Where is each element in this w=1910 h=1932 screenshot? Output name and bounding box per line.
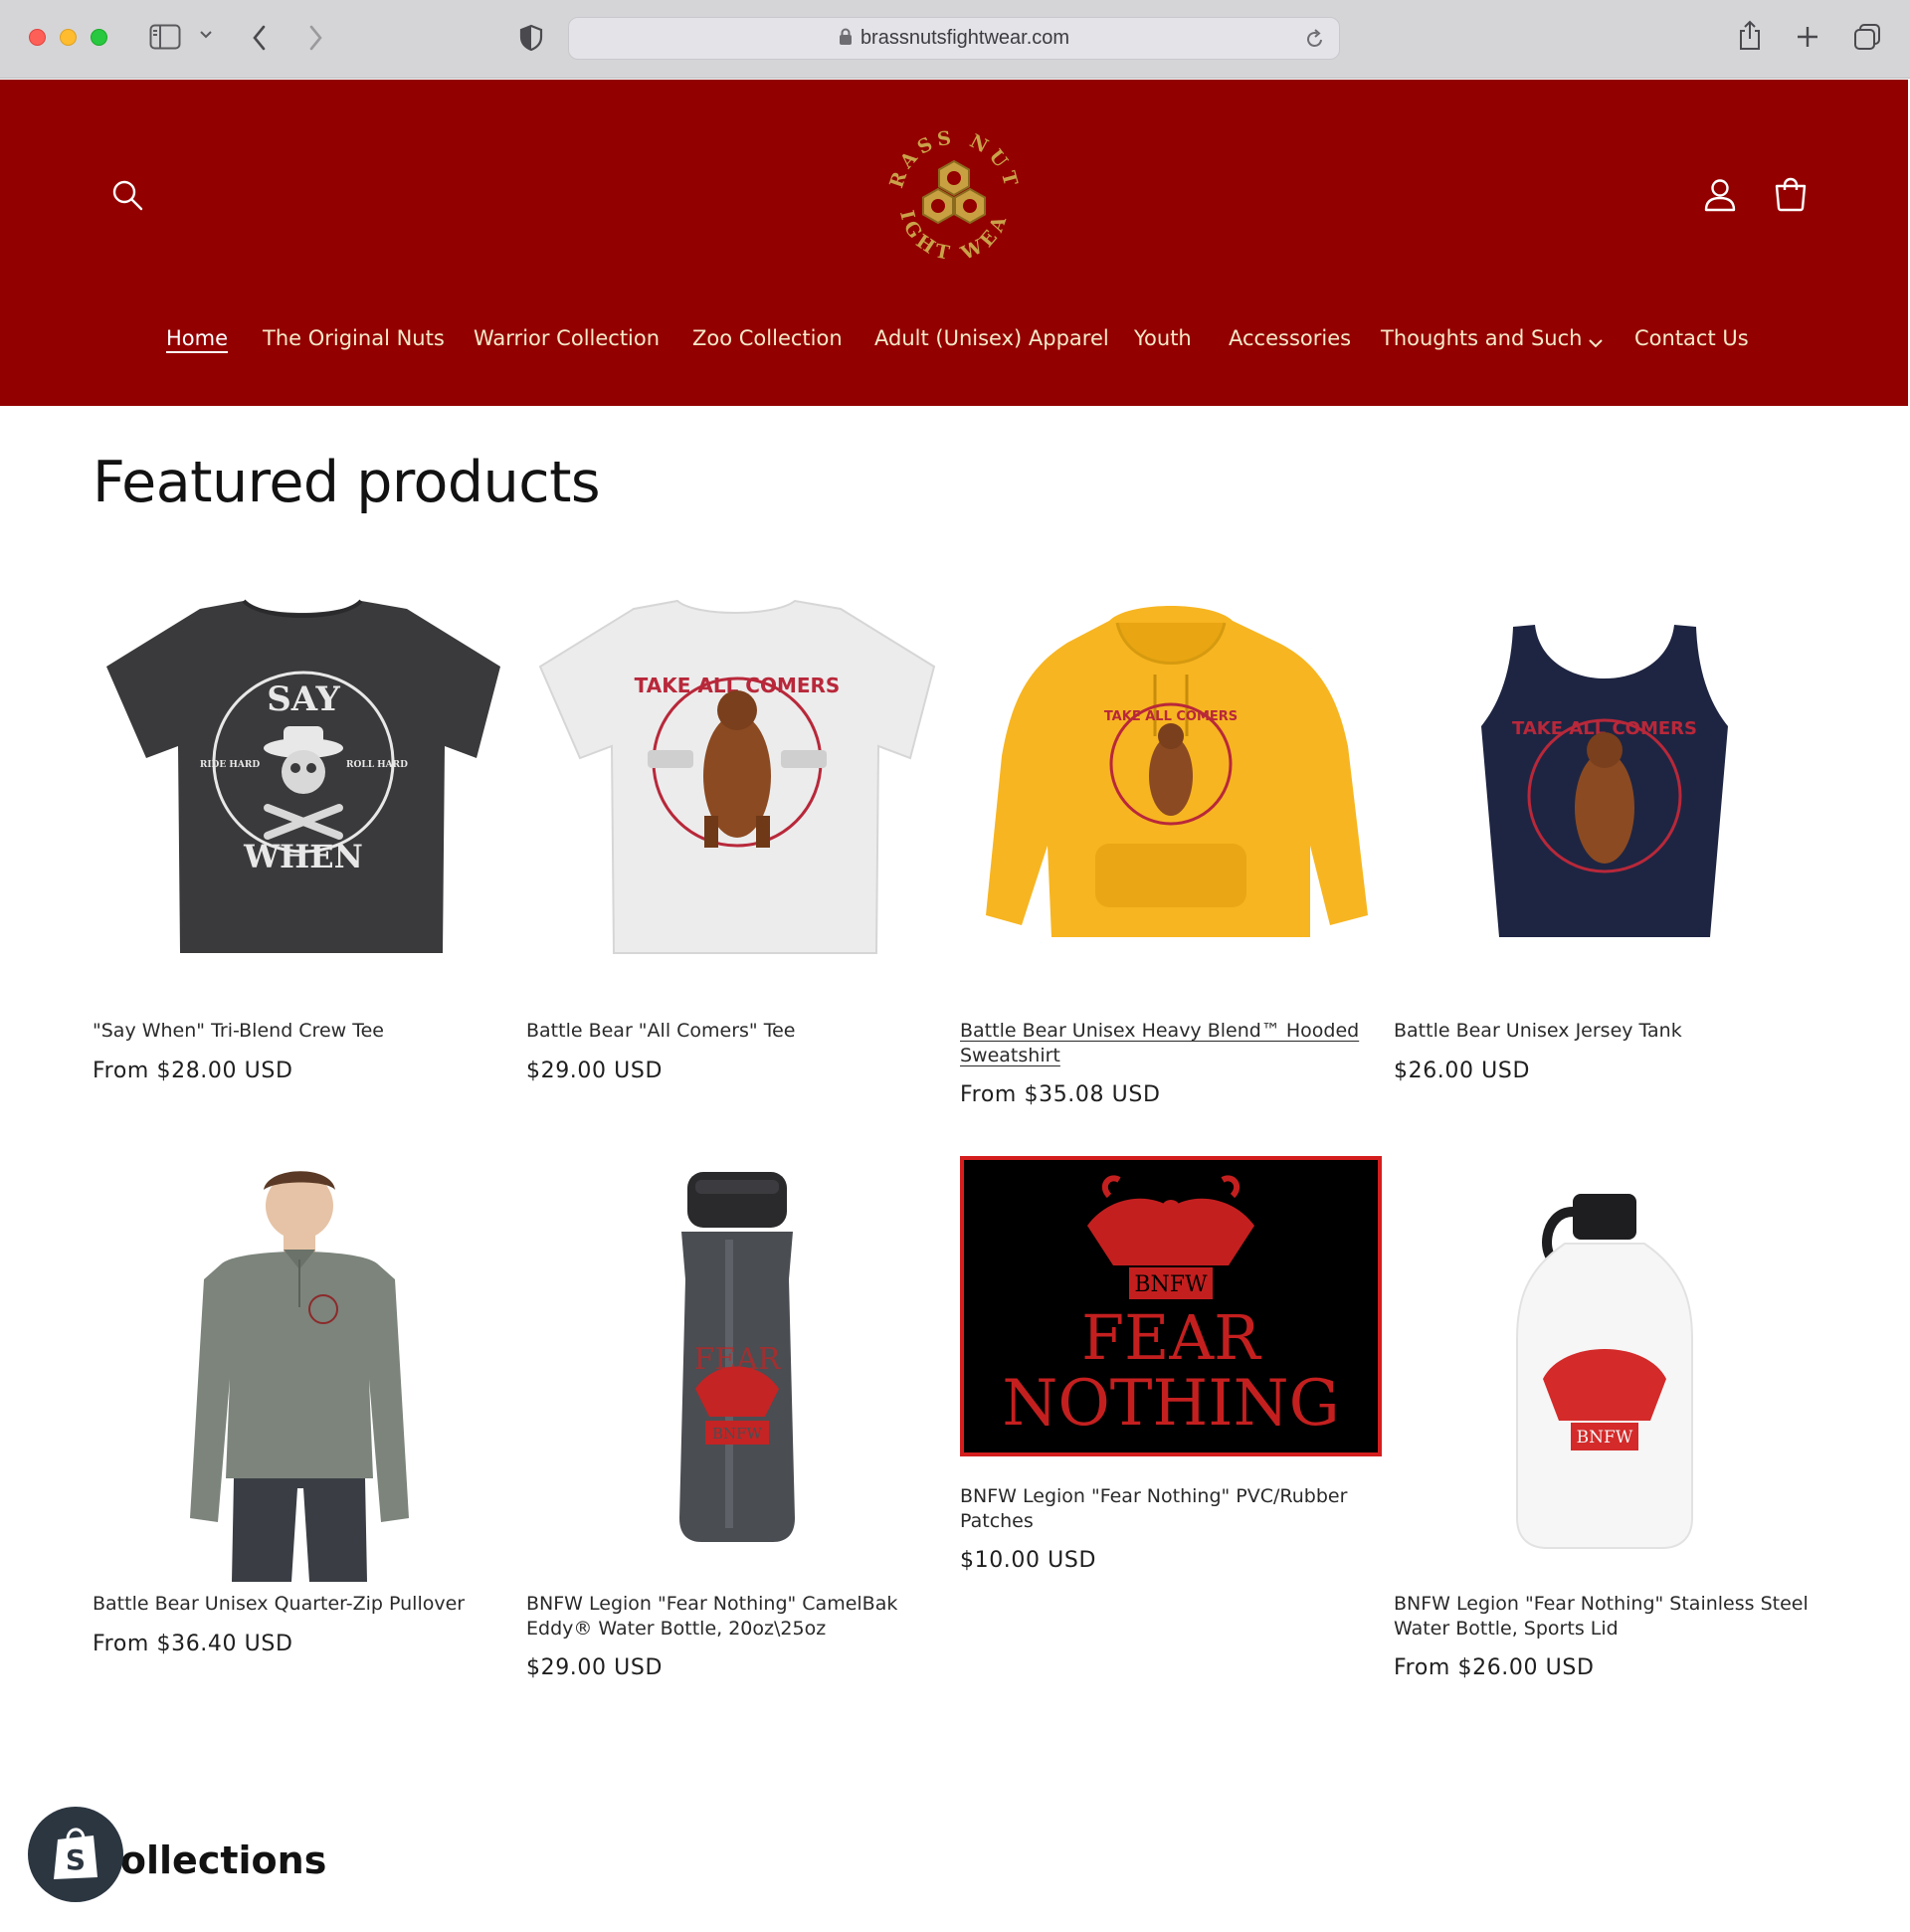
lock-icon <box>839 28 853 50</box>
close-window-button[interactable] <box>29 29 46 46</box>
patch-fear-text: FEAR <box>1081 1301 1262 1374</box>
main-navigation: Home The Original Nuts Warrior Collectio… <box>0 326 1910 366</box>
graphic-when-text: WHEN <box>243 838 363 875</box>
url-text: brassnutsfightwear.com <box>860 27 1070 49</box>
reload-icon[interactable] <box>1305 28 1325 54</box>
brand-logo[interactable]: BRASS NUTS FIGHT WEAR <box>863 99 1034 286</box>
graphic-bnfw-text: BNFW <box>1577 1428 1633 1448</box>
back-arrow-icon[interactable] <box>251 24 269 52</box>
nav-home[interactable]: Home <box>166 326 228 350</box>
forward-arrow-icon[interactable] <box>306 24 324 52</box>
product-title[interactable]: Battle Bear "All Comers" Tee <box>526 1019 948 1044</box>
nav-warrior-collection[interactable]: Warrior Collection <box>474 326 660 350</box>
patch-bnfw-text: BNFW <box>1134 1272 1208 1297</box>
product-title[interactable]: BNFW Legion "Fear Nothing" PVC/Rubber Pa… <box>960 1484 1382 1534</box>
graphic-bnfw-text: BNFW <box>712 1425 763 1443</box>
search-icon[interactable] <box>109 177 145 217</box>
sidebar-toggle-icon[interactable] <box>149 24 181 50</box>
product-title[interactable]: "Say When" Tri-Blend Crew Tee <box>93 1019 514 1044</box>
zoom-window-button[interactable] <box>91 29 107 46</box>
share-icon[interactable] <box>1737 20 1763 52</box>
browser-toolbar: brassnutsfightwear.com <box>0 0 1910 79</box>
new-tab-icon[interactable] <box>1795 24 1820 50</box>
cart-icon[interactable] <box>1773 177 1809 217</box>
product-image[interactable]: BNFW <box>1394 1160 1815 1582</box>
chevron-down-icon[interactable] <box>199 30 213 40</box>
product-image[interactable]: TAKE ALL COMERS <box>526 587 948 1009</box>
nav-zoo-collection[interactable]: Zoo Collection <box>692 326 843 350</box>
product-title[interactable]: BNFW Legion "Fear Nothing" CamelBak Eddy… <box>526 1592 948 1642</box>
address-bar[interactable]: brassnutsfightwear.com <box>568 17 1340 60</box>
graphic-ride-hard-text: RIDE HARD <box>200 760 260 770</box>
patch-nothing-text: NOTHING <box>1002 1367 1339 1441</box>
product-image[interactable]: TAKE ALL COMERS <box>960 587 1382 1009</box>
product-price: $29.00 USD <box>526 1059 663 1083</box>
chevron-down-icon[interactable] <box>1588 334 1604 353</box>
graphic-roll-hard-text: ROLL HARD <box>346 760 408 770</box>
product-price: From $26.00 USD <box>1394 1655 1595 1680</box>
product-title[interactable]: BNFW Legion "Fear Nothing" Stainless Ste… <box>1394 1592 1815 1642</box>
minimize-window-button[interactable] <box>60 29 77 46</box>
nav-accessories[interactable]: Accessories <box>1229 326 1351 350</box>
shield-icon[interactable] <box>519 24 543 52</box>
account-icon[interactable] <box>1703 177 1737 217</box>
product-price: From $36.40 USD <box>93 1632 293 1656</box>
product-price: From $28.00 USD <box>93 1059 293 1083</box>
site-header: BRASS NUTS FIGHT WEAR Home The Original … <box>0 80 1910 406</box>
product-image[interactable]: TAKE ALL COMERS <box>1394 587 1815 1009</box>
product-price: From $35.08 USD <box>960 1082 1161 1107</box>
product-price: $10.00 USD <box>960 1548 1096 1573</box>
nav-thoughts-and-such[interactable]: Thoughts and Such <box>1381 326 1582 350</box>
product-title[interactable]: Battle Bear Unisex Jersey Tank <box>1394 1019 1815 1044</box>
product-title[interactable]: Battle Bear Unisex Heavy Blend™ Hooded S… <box>960 1019 1382 1068</box>
product-price: $26.00 USD <box>1394 1059 1530 1083</box>
tab-overview-icon[interactable] <box>1852 22 1882 52</box>
product-title[interactable]: Battle Bear Unisex Quarter-Zip Pullover <box>93 1592 514 1617</box>
product-image[interactable]: BNFW FEAR NOTHING <box>960 1156 1382 1456</box>
shopify-badge-button[interactable]: S <box>28 1807 123 1902</box>
collections-title: Collections <box>93 1838 327 1882</box>
product-image[interactable]: SAY RIDE HARD ROLL HARD WHEN <box>93 587 514 1009</box>
featured-products-title: Featured products <box>93 450 601 515</box>
nav-contact-us[interactable]: Contact Us <box>1634 326 1749 350</box>
nav-youth[interactable]: Youth <box>1134 326 1192 350</box>
graphic-take-all-comers-text: TAKE ALL COMERS <box>1104 709 1238 724</box>
nav-adult-unisex-apparel[interactable]: Adult (Unisex) Apparel <box>874 326 1109 350</box>
product-price: $29.00 USD <box>526 1655 663 1680</box>
product-image[interactable] <box>93 1160 514 1582</box>
graphic-say-text: SAY <box>267 679 340 719</box>
svg-text:S: S <box>66 1843 86 1876</box>
shopping-bag-icon: S <box>50 1824 101 1885</box>
product-image[interactable]: FEAR BNFW <box>526 1160 948 1582</box>
nav-the-original-nuts[interactable]: The Original Nuts <box>263 326 445 350</box>
